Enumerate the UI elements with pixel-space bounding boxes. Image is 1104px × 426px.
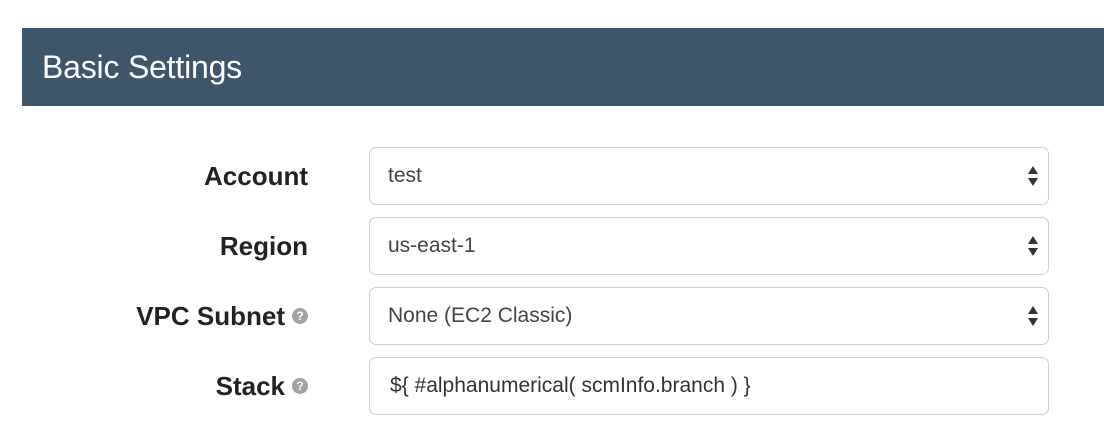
region-select[interactable]: us-east-1 — [369, 217, 1049, 275]
select-arrows-icon — [1028, 236, 1038, 256]
vpc-subnet-select[interactable]: None (EC2 Classic) — [369, 287, 1049, 345]
region-label: Region — [219, 230, 308, 261]
stack-input[interactable]: ${ #alphanumerical( scmInfo.branch ) } — [369, 357, 1049, 415]
account-select[interactable]: test — [369, 147, 1049, 205]
section-header: Basic Settings — [22, 28, 1104, 106]
question-circle-icon[interactable]: ? — [292, 308, 308, 324]
form-row-account: Account test — [0, 147, 1104, 205]
form-row-stack: Stack ? ${ #alphanumerical( scmInfo.bran… — [0, 357, 1104, 415]
account-select-value: test — [388, 164, 422, 187]
account-label-wrap: Account — [204, 147, 308, 205]
section-title: Basic Settings — [42, 48, 242, 85]
vpc-subnet-label: VPC Subnet — [136, 300, 285, 331]
select-arrows-icon — [1028, 306, 1038, 326]
account-label: Account — [204, 160, 308, 191]
stack-label: Stack — [215, 370, 285, 401]
vpc-subnet-label-wrap: VPC Subnet ? — [136, 287, 308, 345]
stack-input-value: ${ #alphanumerical( scmInfo.branch ) } — [390, 374, 751, 397]
question-circle-icon[interactable]: ? — [292, 378, 308, 394]
region-select-value: us-east-1 — [388, 234, 476, 257]
form-row-vpc-subnet: VPC Subnet ? None (EC2 Classic) — [0, 287, 1104, 345]
stack-label-wrap: Stack ? — [216, 357, 308, 415]
select-arrows-icon — [1028, 166, 1038, 186]
region-label-wrap: Region — [220, 217, 308, 275]
vpc-subnet-select-value: None (EC2 Classic) — [388, 304, 573, 327]
form-row-region: Region us-east-1 — [0, 217, 1104, 275]
